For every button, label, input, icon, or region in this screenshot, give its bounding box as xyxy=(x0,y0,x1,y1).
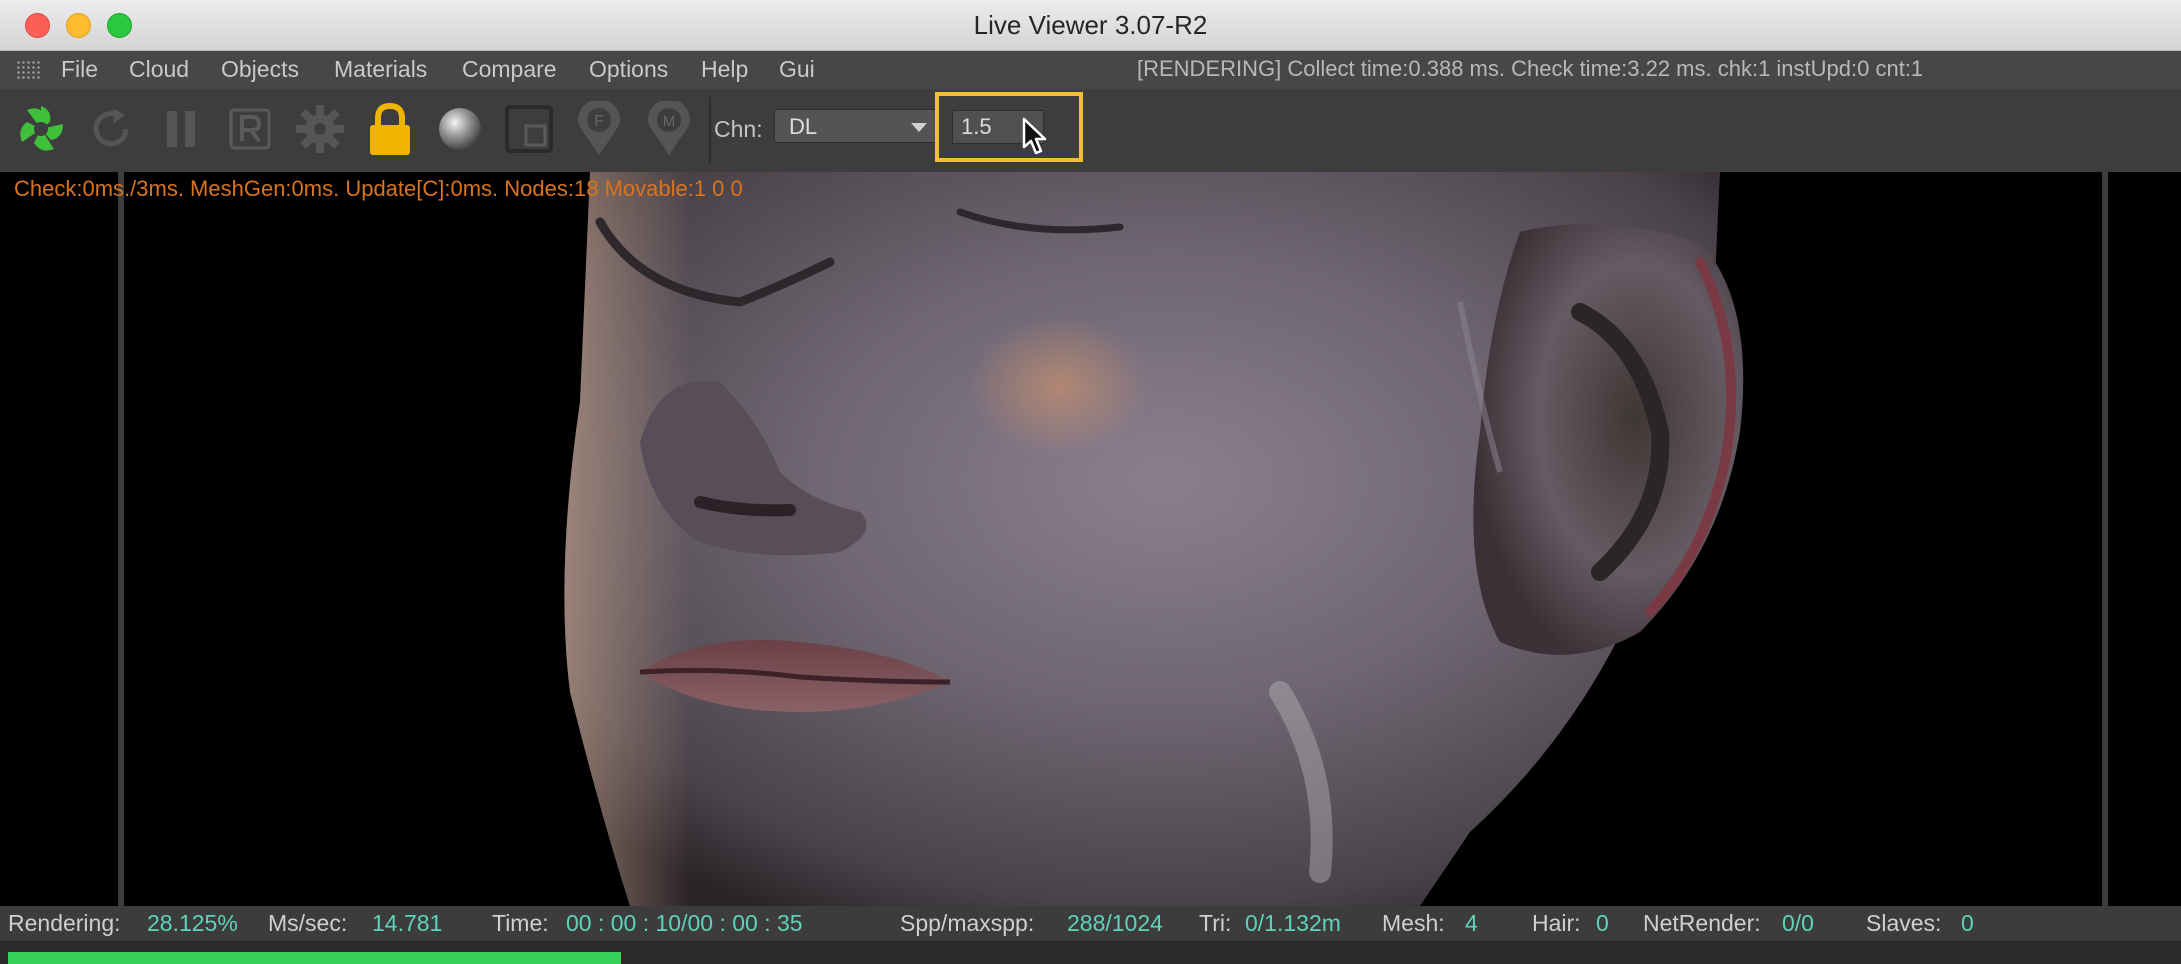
menu-compare[interactable]: Compare xyxy=(462,56,557,83)
rendering-label: Rendering: xyxy=(8,910,121,936)
lock-icon[interactable] xyxy=(360,99,420,159)
hair-value: 0 xyxy=(1596,910,1609,936)
spp-value: 288/1024 xyxy=(1067,910,1163,936)
refresh-icon[interactable] xyxy=(81,99,141,159)
menu-bar: File Cloud Objects Materials Compare Opt… xyxy=(0,51,2181,89)
menu-objects[interactable]: Objects xyxy=(221,56,299,83)
mssec-value: 14.781 xyxy=(372,910,443,936)
svg-text:F: F xyxy=(594,113,604,130)
toolbar: F M Chn: DL xyxy=(0,89,2181,172)
time-value: 00 : 00 : 10/00 : 00 : 35 xyxy=(566,910,803,936)
hair-label: Hair: xyxy=(1532,910,1581,936)
render-viewport[interactable]: Check:0ms./3ms. MeshGen:0ms. Update[C]:0… xyxy=(0,172,2181,906)
title-bar: Live Viewer 3.07-R2 xyxy=(0,0,2181,51)
menu-file[interactable]: File xyxy=(61,56,98,83)
pause-icon[interactable] xyxy=(151,99,211,159)
channel-label: Chn: xyxy=(714,116,763,142)
menu-cloud[interactable]: Cloud xyxy=(129,56,189,83)
tri-label: Tri: xyxy=(1199,910,1232,936)
render-progress-fill xyxy=(8,952,621,964)
channel-select[interactable]: DL xyxy=(774,109,938,143)
mssec-label: Ms/sec: xyxy=(268,910,348,936)
render-progress-bar xyxy=(0,941,2181,964)
region-render-icon[interactable] xyxy=(499,99,559,159)
mouse-cursor-icon xyxy=(1022,117,1047,155)
window-title: Live Viewer 3.07-R2 xyxy=(973,10,1208,40)
spp-label: Spp/maxspp: xyxy=(900,910,1035,936)
chevron-down-icon xyxy=(911,123,927,132)
mesh-value: 4 xyxy=(1465,910,1478,936)
channel-select-value: DL xyxy=(789,114,818,139)
material-ball-icon[interactable] xyxy=(430,99,490,159)
slaves-label: Slaves: xyxy=(1866,910,1942,936)
rendered-face-image xyxy=(564,172,1744,906)
svg-text:M: M xyxy=(663,113,676,130)
render-status-text: [RENDERING] Collect time:0.388 ms. Check… xyxy=(1137,56,1924,81)
focus-picker-icon[interactable]: F xyxy=(569,99,629,159)
toolbar-separator xyxy=(709,97,711,163)
time-label: Time: xyxy=(492,910,549,936)
menu-gui[interactable]: Gui xyxy=(779,56,815,83)
menu-materials[interactable]: Materials xyxy=(334,56,427,83)
gear-icon[interactable] xyxy=(290,99,350,159)
menu-help[interactable]: Help xyxy=(701,56,748,83)
tri-value: 0/1.132m xyxy=(1245,910,1341,936)
netrender-label: NetRender: xyxy=(1643,910,1761,936)
material-picker-icon[interactable]: M xyxy=(639,99,699,159)
netrender-value: 0/0 xyxy=(1782,910,1814,936)
mesh-label: Mesh: xyxy=(1382,910,1445,936)
menu-options[interactable]: Options xyxy=(589,56,668,83)
rendering-value: 28.125% xyxy=(147,910,238,936)
debug-info-text: Check:0ms./3ms. MeshGen:0ms. Update[C]:0… xyxy=(14,176,743,201)
status-bar: Rendering: 28.125% Ms/sec: 14.781 Time: … xyxy=(0,906,2181,941)
menu-grip-icon xyxy=(16,60,42,80)
r-icon[interactable] xyxy=(220,99,280,159)
octane-logo-icon[interactable] xyxy=(11,99,71,159)
slaves-value: 0 xyxy=(1961,910,1974,936)
